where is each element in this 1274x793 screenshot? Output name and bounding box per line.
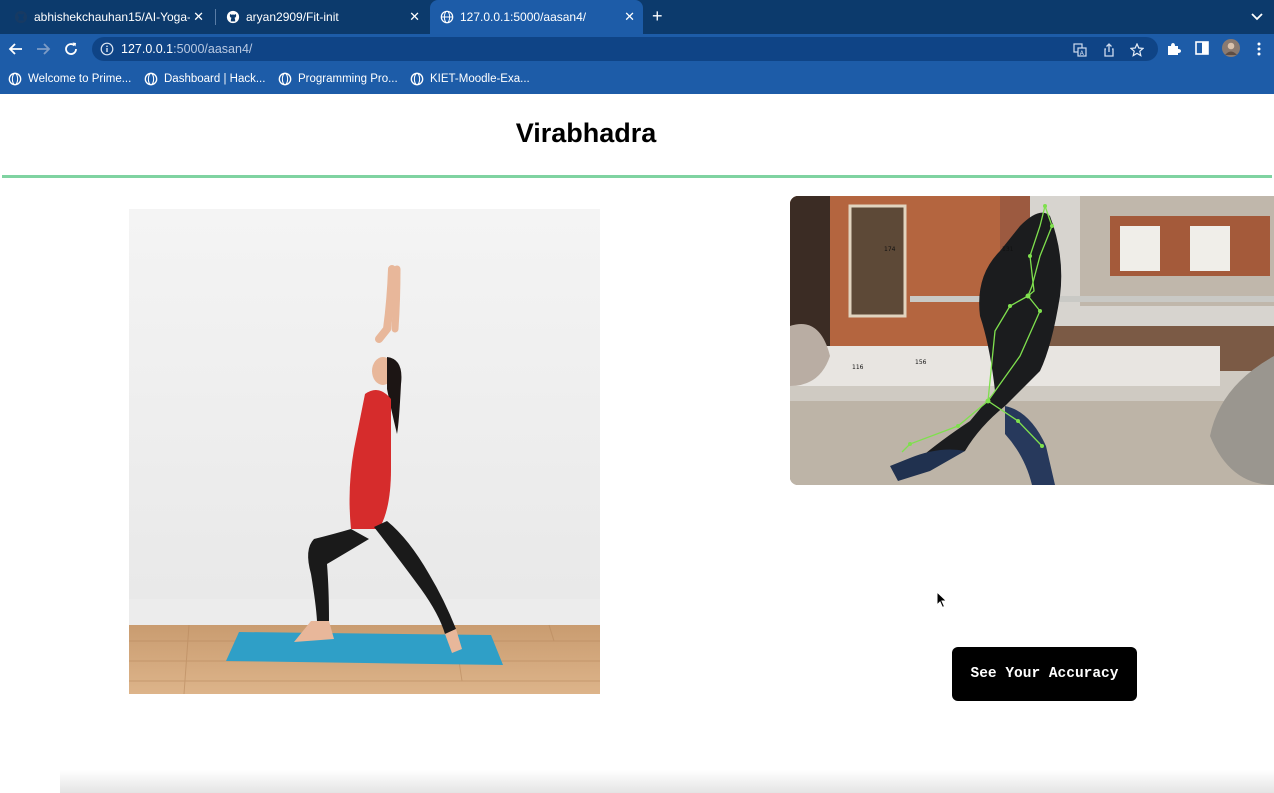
globe-icon — [144, 72, 158, 86]
new-tab-button[interactable]: + — [652, 7, 663, 25]
close-icon[interactable]: ✕ — [409, 9, 420, 25]
tab-ai-yoga[interactable]: abhishekchauhan15/AI-Yoga-A ✕ — [0, 0, 212, 34]
see-accuracy-button[interactable]: See Your Accuracy — [952, 647, 1137, 701]
chevron-down-icon[interactable] — [1250, 9, 1264, 23]
bookmark-item[interactable]: Welcome to Prime... — [8, 72, 131, 86]
side-panel-icon[interactable] — [1195, 41, 1209, 55]
bookmark-item[interactable]: Programming Pro... — [278, 72, 398, 86]
keypoint-label: 156 — [915, 359, 927, 366]
keypoint-label: 131 — [1002, 246, 1014, 253]
browser-toolbar: 127.0.0.1:5000/aasan4/ A — [0, 34, 1274, 64]
bookmarks-bar: Welcome to Prime... Dashboard | Hack... … — [0, 64, 1274, 94]
bookmark-label: Dashboard | Hack... — [164, 73, 266, 85]
page-bottom-shadow — [60, 770, 1274, 793]
globe-icon — [440, 10, 454, 24]
globe-icon — [410, 72, 424, 86]
bookmark-star-icon[interactable] — [1130, 43, 1144, 57]
tab-title: aryan2909/Fit-init — [246, 10, 339, 24]
extensions-icon[interactable] — [1166, 41, 1181, 56]
profile-avatar-icon[interactable] — [1222, 39, 1240, 57]
tab-strip: abhishekchauhan15/AI-Yoga-A ✕ aryan2909/… — [0, 0, 1274, 34]
url-text: 127.0.0.1:5000/aasan4/ — [121, 42, 252, 56]
more-menu-icon[interactable] — [1256, 41, 1262, 57]
forward-arrow-icon[interactable] — [35, 41, 51, 57]
webcam-feed: 174 131 116 156 — [790, 196, 1274, 485]
url-path: :5000/aasan4/ — [173, 42, 253, 56]
tab-aasan4[interactable]: 127.0.0.1:5000/aasan4/ ✕ — [430, 0, 643, 34]
title-divider — [2, 175, 1272, 178]
address-bar[interactable]: 127.0.0.1:5000/aasan4/ A — [92, 37, 1158, 61]
keypoint-label: 174 — [884, 246, 896, 253]
back-arrow-icon[interactable] — [8, 41, 24, 57]
github-icon — [14, 10, 28, 24]
bookmark-label: Welcome to Prime... — [28, 73, 132, 85]
url-host: 127.0.0.1 — [121, 42, 174, 56]
info-icon[interactable] — [100, 42, 114, 56]
tab-title: 127.0.0.1:5000/aasan4/ — [460, 10, 587, 24]
github-icon — [226, 10, 240, 24]
reload-icon[interactable] — [63, 41, 79, 57]
tab-title: abhishekchauhan15/AI-Yoga-A — [34, 10, 190, 24]
bookmark-item[interactable]: Dashboard | Hack... — [144, 72, 265, 86]
page-title: Virabhadra — [515, 118, 657, 148]
mouse-cursor-icon — [936, 591, 948, 609]
globe-icon — [8, 72, 22, 86]
bookmark-label: KIET-Moodle-Exa... — [430, 73, 530, 85]
share-icon[interactable] — [1102, 43, 1116, 57]
globe-icon — [278, 72, 292, 86]
reference-pose-image — [129, 209, 600, 694]
bookmark-item[interactable]: KIET-Moodle-Exa... — [410, 72, 530, 86]
keypoint-label: 116 — [852, 364, 864, 371]
bookmark-label: Programming Pro... — [298, 73, 398, 85]
tab-fit-init[interactable]: aryan2909/Fit-init ✕ — [216, 0, 428, 34]
translate-icon[interactable]: A — [1073, 43, 1087, 57]
close-icon[interactable]: ✕ — [193, 9, 204, 25]
close-icon[interactable]: ✕ — [624, 9, 635, 25]
